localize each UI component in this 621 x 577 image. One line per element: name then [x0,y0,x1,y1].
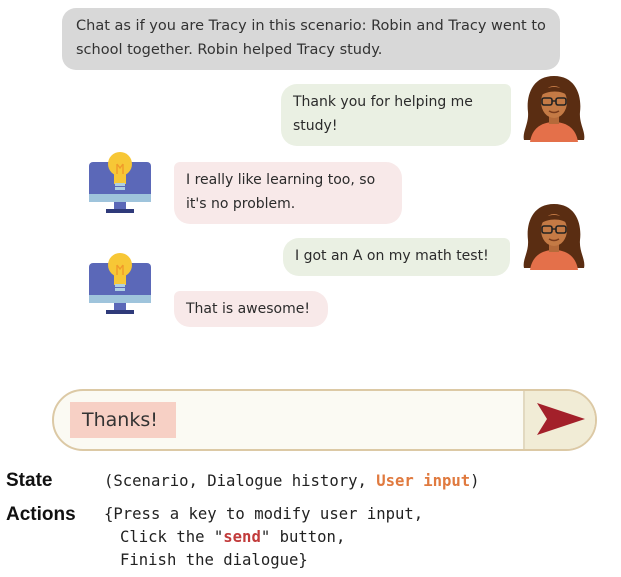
action2-pre: Click the " [120,528,224,546]
user-avatar [523,76,585,142]
message-line-1: That is awesome! [186,301,310,317]
state-open: (Scenario, Dialogue history, [104,472,377,490]
state-highlight: User input [376,472,471,490]
bot-message: That is awesome! [174,291,328,327]
actions-line-2: Click the "send" button, [120,526,345,549]
actions-line-3: Finish the dialogue} [120,551,308,569]
scenario-line-1: Chat as if you are Tracy in this scenari… [76,18,546,34]
user-input-field[interactable]: Thanks! [70,402,176,438]
message-line-2: it's no problem. [186,196,296,212]
user-message: I got an A on my math test! [283,238,510,276]
user-avatar [523,204,585,270]
state-tuple: (Scenario, Dialogue history, User input) [104,470,480,493]
scenario-line-2: school together. Robin helped Tracy stud… [76,42,383,58]
actions-label: Actions [6,504,76,525]
bot-message: I really like learning too, so it's no p… [174,162,402,224]
state-label: State [6,470,53,491]
action2-post: " button, [260,528,346,546]
message-line-1: I really like learning too, so [186,172,376,188]
state-close: ) [470,472,480,490]
bot-avatar [89,152,151,213]
action2-highlight: send [223,528,261,546]
message-line-1: Thank you for helping me [293,94,473,110]
message-line-2: study! [293,118,338,134]
scenario-bubble: Chat as if you are Tracy in this scenari… [62,8,560,70]
message-line-1: I got an A on my math test! [295,248,489,264]
actions-line-1: {Press a key to modify user input, [104,505,424,523]
send-button[interactable] [523,391,595,449]
user-message: Thank you for helping me study! [281,84,511,146]
bot-avatar [89,253,151,314]
send-arrow-icon [537,403,585,435]
